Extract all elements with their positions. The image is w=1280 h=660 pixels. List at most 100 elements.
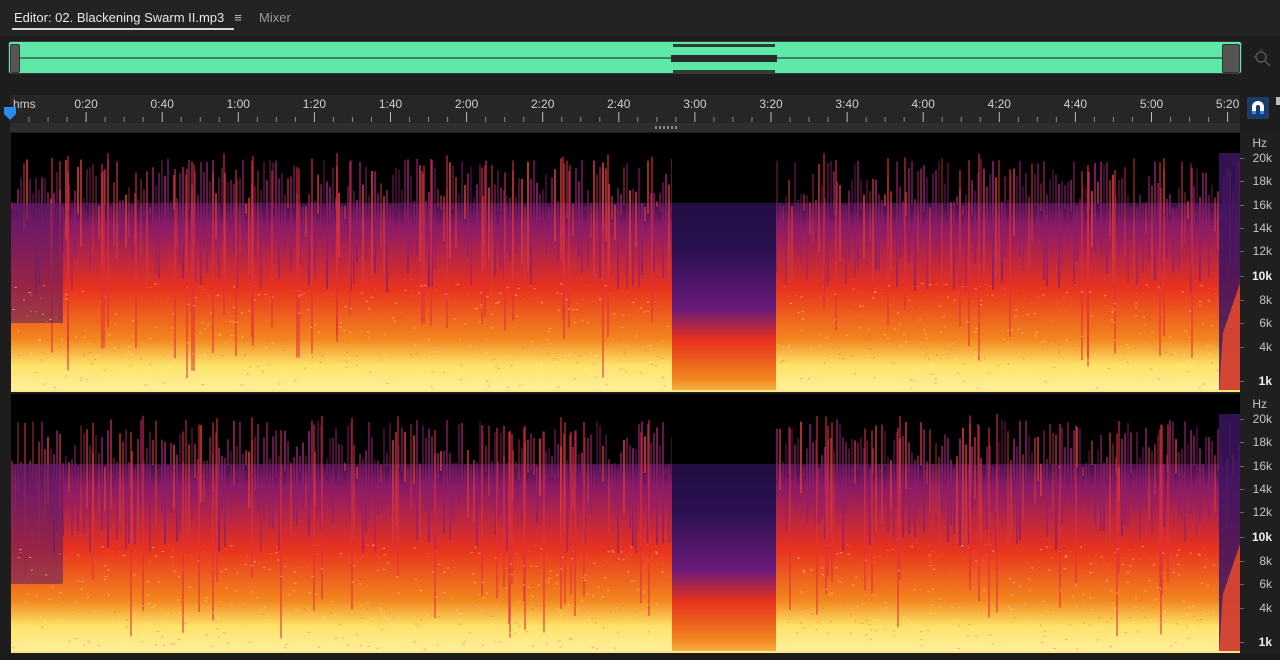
playhead-marker-icon[interactable] (4, 107, 16, 121)
spectrogram-speckle (392, 317, 394, 319)
spectrogram-speckle (788, 598, 790, 600)
spectrogram-streak (860, 180, 862, 211)
spectrogram-speckle (646, 544, 649, 546)
spectrogram-speckle (552, 377, 555, 379)
spectrogram-streak (104, 466, 106, 512)
spectrogram-streak (962, 427, 964, 554)
frequency-tick-label: 1k (1258, 374, 1272, 388)
spectrogram-speckle (540, 548, 543, 550)
spectrogram-channel-right[interactable] (11, 394, 1240, 653)
spectrogram-quiet-top (672, 133, 776, 203)
frequency-ruler-right[interactable]: Hz 20k 18k 16k 14k 12k 10k 8k 6k 4k 1k (1240, 394, 1280, 653)
spectrogram-streak (389, 205, 391, 241)
spectrogram-speckle (805, 637, 808, 639)
spectrogram-streak (293, 457, 295, 522)
spectrogram-speckle (404, 289, 407, 291)
spectrogram-speckle (780, 315, 783, 317)
spectrogram-streak (401, 427, 403, 473)
tab-mixer[interactable]: Mixer (259, 9, 291, 27)
spectrogram-streak (386, 452, 388, 468)
overview-left-handle[interactable] (10, 44, 20, 73)
spectrogram-speckle (644, 560, 647, 562)
spectrogram-speckle (126, 372, 129, 374)
spectrogram-speckle (172, 562, 175, 564)
waveform-overview[interactable] (8, 41, 1242, 74)
spectrogram-speckle (367, 331, 370, 332)
spectrogram-speckle (1081, 335, 1084, 337)
spectrogram-speckle (340, 366, 343, 368)
panel-menu-icon[interactable]: ≡ (234, 10, 242, 25)
spectrogram-transient (321, 416, 323, 600)
spectrogram-speckle (840, 552, 843, 554)
spectrogram-speckle (1044, 381, 1047, 383)
spectrogram-streak (68, 461, 70, 492)
spectrogram-speckle (1116, 548, 1119, 550)
spectrogram-speckle (800, 329, 803, 331)
spectrogram-speckle (493, 337, 496, 339)
time-tick-label: 3:20 (759, 97, 783, 111)
spectrogram-speckle (497, 301, 500, 303)
spectrogram-speckle (39, 615, 42, 617)
spectrogram-speckle (619, 340, 621, 342)
spectrogram-streak (371, 171, 373, 284)
resize-grip-icon[interactable] (655, 126, 679, 129)
spectrogram-transient (193, 164, 195, 372)
spectrogram-speckle (871, 297, 874, 299)
spectrogram-speckle (481, 360, 484, 361)
spectrogram-speckle (576, 303, 579, 305)
spectrogram-speckle (462, 643, 465, 645)
spectrogram-speckle (1134, 303, 1137, 305)
spectrogram-speckle (622, 559, 625, 561)
spectrogram-streak (1082, 466, 1084, 477)
spectrogram-speckle (237, 571, 239, 573)
spectrogram-streak (1049, 423, 1051, 465)
spectrogram-transient (174, 169, 176, 359)
spectrogram-transient (568, 171, 570, 328)
spectrogram-streak (155, 185, 157, 274)
spectrogram-streak (812, 173, 814, 244)
tab-editor[interactable]: Editor: 02. Blackening Swarm II.mp3 ≡ (14, 9, 242, 27)
spectrogram-speckle (782, 351, 785, 353)
spectrogram-streak (596, 174, 598, 240)
spectrogram-streak (998, 159, 1000, 288)
spectrogram-speckle (1189, 310, 1191, 312)
frequency-ruler-left[interactable]: Hz 20k 18k 16k 14k 12k 10k 8k 6k 4k 1k (1240, 133, 1280, 392)
spectrogram-speckle (845, 335, 848, 337)
spectrogram-speckle (186, 307, 188, 309)
spectrogram-streak (665, 173, 667, 237)
spectrogram-speckle (921, 283, 924, 284)
spectrogram-speckle (618, 607, 621, 609)
snap-magnet-icon (1252, 101, 1264, 114)
spectrogram-streak (629, 190, 631, 279)
spectrogram-speckle (103, 296, 106, 298)
spectrogram-speckle (1178, 574, 1181, 576)
spectrogram-streak (224, 458, 226, 547)
spectrogram-speckle (382, 568, 385, 570)
spectrogram-speckle (846, 544, 849, 546)
spectrogram-speckle (116, 620, 119, 622)
spectrogram-speckle (415, 623, 418, 625)
spectrogram-speckle (331, 293, 334, 295)
spectrogram-streak (1061, 427, 1063, 525)
overview-right-handle[interactable] (1222, 44, 1240, 73)
spectrogram-speckle (61, 582, 64, 584)
spectrogram-speckle (1031, 567, 1034, 569)
spectrogram-speckle (929, 562, 932, 563)
snap-button[interactable] (1247, 97, 1269, 119)
spectrogram-speckle (1198, 567, 1201, 569)
zoom-to-fit-icon[interactable] (1252, 48, 1272, 68)
spectrogram-streak (119, 200, 121, 240)
spectrogram-streak (245, 203, 247, 214)
spectrogram-streak (302, 206, 304, 239)
time-format-label[interactable]: hms (13, 97, 36, 111)
spectrogram-speckle (503, 325, 505, 327)
spectrogram-speckle (782, 346, 785, 348)
time-ruler[interactable]: hms 0:20 0:40 1:00 1:20 1:40 2:00 2:20 2:40 3:00… (10, 95, 1240, 123)
spectrogram-speckle (220, 571, 223, 573)
spectrogram-speckle (332, 386, 335, 388)
spectrogram-channel-left[interactable] (11, 133, 1240, 392)
spectrogram-streak (1148, 447, 1150, 521)
spectrogram-streak (368, 421, 370, 520)
spectrogram-streak (275, 430, 277, 479)
spectrogram-speckle (300, 567, 303, 569)
